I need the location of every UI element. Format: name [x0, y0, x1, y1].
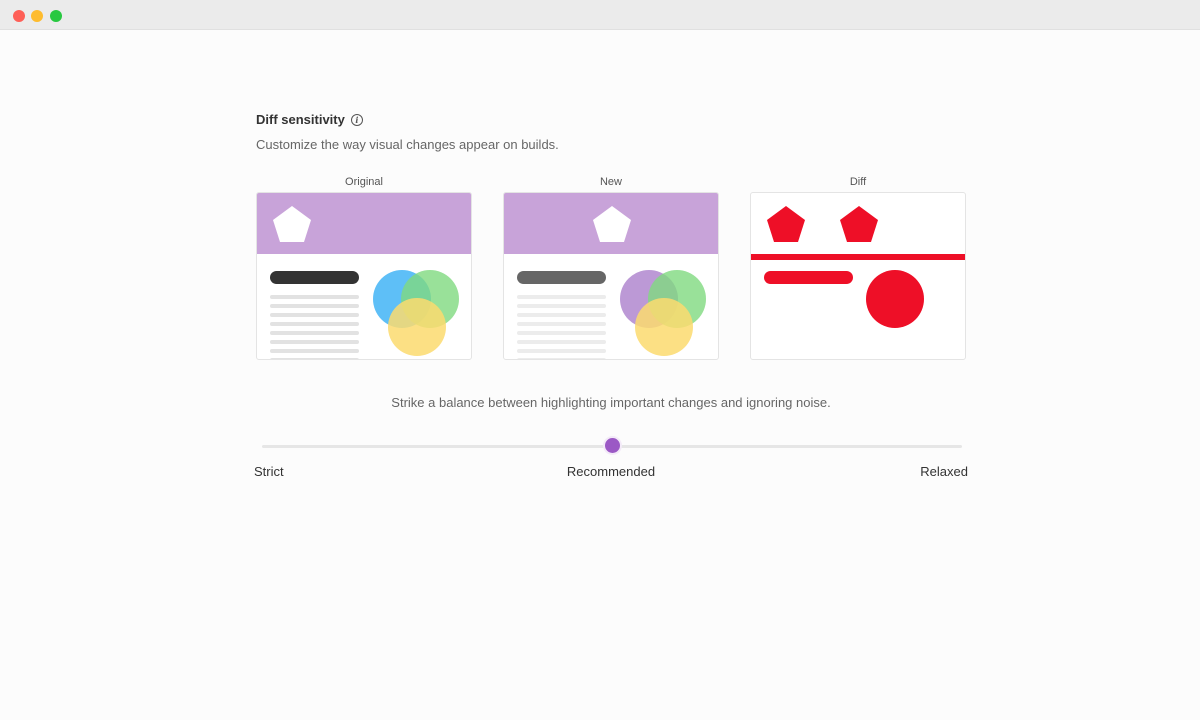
diff-preview — [750, 192, 966, 360]
original-preview — [256, 192, 472, 360]
diff-pentagon-icon — [840, 206, 878, 242]
title-bar-placeholder — [270, 271, 359, 284]
diff-title-bar — [764, 271, 853, 284]
original-preview-image — [257, 193, 471, 359]
diff-circle — [866, 270, 924, 328]
text-lines — [517, 295, 606, 359]
new-preview — [503, 192, 719, 360]
balance-description: Strike a balance between highlighting im… — [391, 395, 831, 410]
section-title: Diff sensitivity — [256, 112, 345, 127]
diff-pentagon-icon — [767, 206, 805, 242]
title-bar — [0, 0, 1200, 30]
text-lines — [270, 295, 359, 359]
panel-label-new: New — [599, 176, 622, 188]
diff-sensitivity-heading: Diff sensitivity i — [256, 112, 363, 127]
diff-preview-image — [751, 206, 965, 328]
new-preview-image — [504, 193, 718, 359]
title-bar-placeholder — [517, 271, 606, 284]
app-window: Diff sensitivity i Customize the way vis… — [0, 0, 1200, 720]
close-window-button[interactable] — [13, 10, 25, 22]
maximize-window-button[interactable] — [50, 10, 62, 22]
info-icon[interactable]: i — [350, 113, 363, 126]
section-description: Customize the way visual changes appear … — [256, 137, 559, 152]
diff-header-edge — [751, 254, 965, 260]
panel-label-original: Original — [345, 176, 383, 188]
yellow-circle — [388, 298, 446, 356]
minimize-window-button[interactable] — [31, 10, 43, 22]
slider-label-relaxed[interactable]: Relaxed — [920, 464, 968, 479]
slider-label-recommended[interactable]: Recommended — [0, 464, 1200, 479]
yellow-circle — [635, 298, 693, 356]
sensitivity-slider-thumb[interactable] — [605, 438, 620, 453]
panel-label-diff: Diff — [849, 176, 867, 188]
